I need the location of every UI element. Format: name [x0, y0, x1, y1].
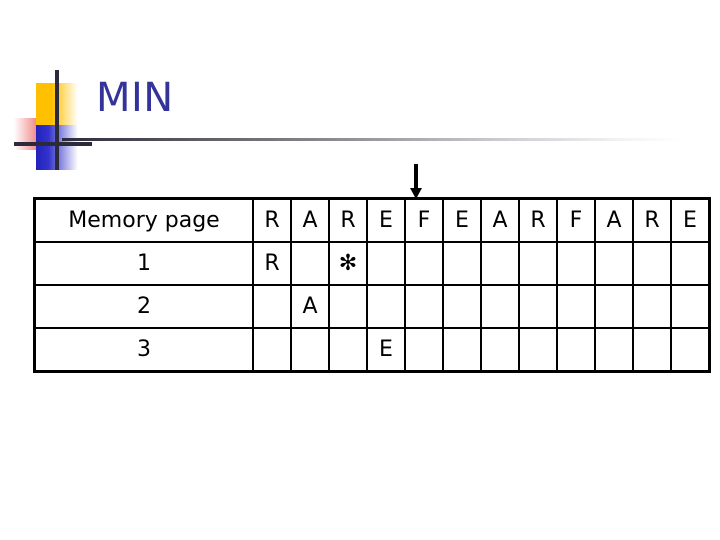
cell-r1-c4	[404, 241, 444, 286]
cell-r1-c10	[632, 241, 672, 286]
cell-r1-c7	[518, 241, 558, 286]
cell-r2-c10	[632, 284, 672, 329]
header-ref-2: R	[328, 197, 368, 243]
cell-r1-c0: R	[252, 241, 292, 286]
cell-r2-c3	[366, 284, 406, 329]
cell-r3-c7	[518, 327, 558, 373]
cell-r3-c1	[290, 327, 330, 373]
header-ref-1: A	[290, 197, 330, 243]
header-ref-3: E	[366, 197, 406, 243]
title-divider	[62, 138, 682, 141]
cell-r2-c5	[442, 284, 482, 329]
cell-r1-c8	[556, 241, 596, 286]
row-label-3: 3	[33, 327, 254, 373]
header-ref-4: F	[404, 197, 444, 243]
header-ref-0: R	[252, 197, 292, 243]
header-ref-7: R	[518, 197, 558, 243]
table-row: 2 A	[33, 284, 711, 329]
cell-r3-c4	[404, 327, 444, 373]
header-ref-10: R	[632, 197, 672, 243]
row-label-2: 2	[33, 284, 254, 329]
cell-r1-c6	[480, 241, 520, 286]
cell-r3-c3: E	[366, 327, 406, 373]
header-ref-5: E	[442, 197, 482, 243]
cell-r2-c8	[556, 284, 596, 329]
cell-r1-c2: ✻	[328, 241, 368, 286]
table-row: 1 R ✻	[33, 241, 711, 286]
cell-r1-c3	[366, 241, 406, 286]
cell-r3-c0	[252, 327, 292, 373]
memory-page-table: Memory page R A R E F E A R F A R E 1 R …	[33, 197, 711, 373]
row-label-1: 1	[33, 241, 254, 286]
cell-r2-c6	[480, 284, 520, 329]
cell-r3-c6	[480, 327, 520, 373]
cell-r3-c11	[670, 327, 711, 373]
cell-r2-c1: A	[290, 284, 330, 329]
cell-r2-c4	[404, 284, 444, 329]
cell-r2-c2	[328, 284, 368, 329]
cell-r1-c1	[290, 241, 330, 286]
logo-horizontal-line	[14, 142, 92, 146]
cell-r3-c5	[442, 327, 482, 373]
header-ref-9: A	[594, 197, 634, 243]
cell-r2-c0	[252, 284, 292, 329]
table-row: 3 E	[33, 327, 711, 373]
cell-r2-c11	[670, 284, 711, 329]
down-arrow-icon	[409, 164, 423, 200]
header-label-memory-page: Memory page	[33, 197, 254, 243]
cell-r2-c7	[518, 284, 558, 329]
page-title: MIN	[96, 75, 174, 121]
cell-r3-c8	[556, 327, 596, 373]
cell-r1-c5	[442, 241, 482, 286]
cell-r3-c10	[632, 327, 672, 373]
cell-r2-c9	[594, 284, 634, 329]
header-ref-6: A	[480, 197, 520, 243]
cell-r1-c9	[594, 241, 634, 286]
slide-header: MIN	[0, 0, 720, 180]
cell-r1-c11	[670, 241, 711, 286]
header-ref-8: F	[556, 197, 596, 243]
header-ref-11: E	[670, 197, 711, 243]
memory-table-container: Memory page R A R E F E A R F A R E 1 R …	[33, 197, 711, 373]
arrow-shaft	[414, 164, 418, 190]
table-header-row: Memory page R A R E F E A R F A R E	[33, 197, 711, 243]
cell-r3-c2	[328, 327, 368, 373]
cell-r3-c9	[594, 327, 634, 373]
logo-vertical-line	[55, 70, 59, 170]
